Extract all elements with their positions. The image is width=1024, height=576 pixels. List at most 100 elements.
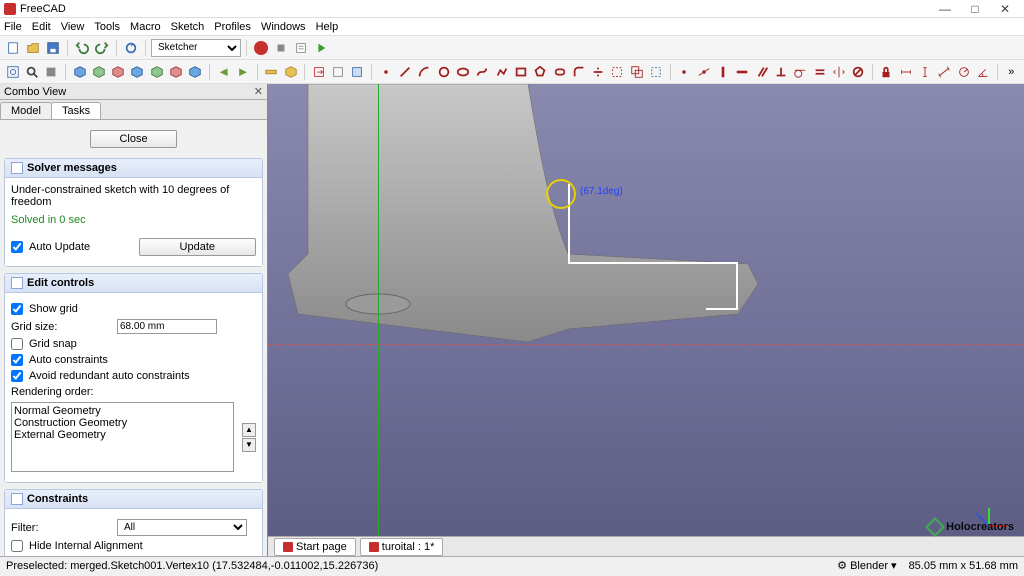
view-iso-icon[interactable] <box>71 63 88 81</box>
coincident-icon[interactable] <box>676 63 693 81</box>
nav-prev-icon[interactable]: ◄ <box>215 63 232 81</box>
fillet-icon[interactable] <box>570 63 587 81</box>
menu-tools[interactable]: Tools <box>94 21 120 33</box>
menu-profiles[interactable]: Profiles <box>214 21 251 33</box>
open-icon[interactable] <box>24 39 42 57</box>
menu-macro[interactable]: Macro <box>130 21 161 33</box>
solver-header[interactable]: Solver messages <box>5 159 262 178</box>
workbench-select[interactable]: Sketcher <box>151 39 241 57</box>
point-on-icon[interactable] <box>695 63 712 81</box>
undo-icon[interactable] <box>73 39 91 57</box>
symmetric-icon[interactable] <box>830 63 847 81</box>
measure-icon[interactable] <box>263 63 280 81</box>
view-rear-icon[interactable] <box>148 63 165 81</box>
refresh-icon[interactable] <box>122 39 140 57</box>
hdist-icon[interactable] <box>897 63 914 81</box>
bspline-icon[interactable] <box>474 63 491 81</box>
trim-icon[interactable] <box>590 63 607 81</box>
lock-icon[interactable] <box>878 63 895 81</box>
radius-icon[interactable] <box>955 63 972 81</box>
view-right-icon[interactable] <box>129 63 146 81</box>
view-front-icon[interactable] <box>90 63 107 81</box>
view-top-icon[interactable] <box>110 63 127 81</box>
status-dimensions: 85.05 mm x 51.68 mm <box>909 560 1018 572</box>
move-down-icon[interactable]: ▼ <box>242 438 256 452</box>
render-order-list[interactable]: Normal Geometry Construction Geometry Ex… <box>11 402 234 472</box>
save-icon[interactable] <box>44 39 62 57</box>
update-button[interactable]: Update <box>139 238 256 256</box>
redo-icon[interactable] <box>93 39 111 57</box>
view-bottom-icon[interactable] <box>167 63 184 81</box>
app-icon <box>4 3 16 15</box>
vdist-icon[interactable] <box>916 63 933 81</box>
tab-start-page[interactable]: Start page <box>274 538 356 556</box>
length-icon[interactable] <box>936 63 953 81</box>
panel-close-icon[interactable]: ✕ <box>254 85 263 98</box>
filter-select[interactable]: All <box>117 519 247 536</box>
new-icon[interactable] <box>4 39 22 57</box>
angle-icon[interactable] <box>974 63 991 81</box>
auto-constraints-check[interactable] <box>11 354 23 366</box>
rectangle-icon[interactable] <box>512 63 529 81</box>
parallel-icon[interactable] <box>753 63 770 81</box>
view-left-icon[interactable] <box>187 63 204 81</box>
grid-snap-check[interactable] <box>11 338 23 350</box>
slot-icon[interactable] <box>551 63 568 81</box>
menu-view[interactable]: View <box>61 21 85 33</box>
menu-windows[interactable]: Windows <box>261 21 306 33</box>
circle-icon[interactable] <box>435 63 452 81</box>
menu-sketch[interactable]: Sketch <box>171 21 205 33</box>
show-grid-check[interactable] <box>11 303 23 315</box>
hide-alignment-check[interactable] <box>11 540 23 552</box>
carbon-copy-icon[interactable] <box>628 63 645 81</box>
arc-icon[interactable] <box>416 63 433 81</box>
macro-list-icon[interactable] <box>292 39 310 57</box>
zoom-icon[interactable] <box>23 63 40 81</box>
window-close[interactable]: ✕ <box>990 2 1020 16</box>
tab-model[interactable]: Model <box>0 102 52 119</box>
close-button[interactable]: Close <box>90 130 176 148</box>
polygon-icon[interactable] <box>532 63 549 81</box>
menu-help[interactable]: Help <box>316 21 339 33</box>
horizontal-icon[interactable] <box>734 63 751 81</box>
grid-size-input[interactable] <box>117 319 217 334</box>
line-icon[interactable] <box>396 63 413 81</box>
solver-time: Solved in 0 sec <box>11 214 256 226</box>
menu-file[interactable]: File <box>4 21 22 33</box>
nav-next-icon[interactable]: ► <box>234 63 251 81</box>
polyline-icon[interactable] <box>493 63 510 81</box>
edit-header[interactable]: Edit controls <box>5 274 262 293</box>
edit-section: Edit controls Show grid Grid size: Grid … <box>4 273 263 483</box>
tangent-icon[interactable] <box>792 63 809 81</box>
tab-tasks[interactable]: Tasks <box>51 102 101 119</box>
y-axis-line <box>378 84 379 556</box>
nav-style[interactable]: ⚙ Blender ▾ <box>837 559 896 572</box>
block-icon[interactable] <box>850 63 867 81</box>
window-maximize[interactable]: □ <box>960 2 990 16</box>
map-sketch-icon[interactable] <box>349 63 366 81</box>
view-sketch-icon[interactable] <box>330 63 347 81</box>
draw-style-icon[interactable] <box>43 63 60 81</box>
perpendicular-icon[interactable] <box>772 63 789 81</box>
macro-play-icon[interactable] <box>312 39 330 57</box>
vertical-icon[interactable] <box>714 63 731 81</box>
point-icon[interactable] <box>377 63 394 81</box>
tab-tutorial[interactable]: turoital : 1* <box>360 538 444 556</box>
zoom-fit-icon[interactable] <box>4 63 21 81</box>
part-icon[interactable] <box>282 63 299 81</box>
auto-update-check[interactable] <box>11 241 23 253</box>
menu-edit[interactable]: Edit <box>32 21 51 33</box>
macro-record-icon[interactable] <box>252 39 270 57</box>
window-minimize[interactable]: — <box>930 2 960 16</box>
leave-sketch-icon[interactable] <box>310 63 327 81</box>
ellipse-icon[interactable] <box>454 63 471 81</box>
more-icon[interactable]: » <box>1003 63 1020 81</box>
move-up-icon[interactable]: ▲ <box>242 423 256 437</box>
avoid-redundant-check[interactable] <box>11 370 23 382</box>
3d-viewport[interactable]: (67.1deg) Start page turoital : 1* Holoc… <box>268 84 1024 556</box>
construction-icon[interactable] <box>647 63 664 81</box>
external-geom-icon[interactable] <box>609 63 626 81</box>
constraints-header[interactable]: Constraints <box>5 490 262 509</box>
equal-icon[interactable] <box>811 63 828 81</box>
macro-stop-icon[interactable] <box>272 39 290 57</box>
